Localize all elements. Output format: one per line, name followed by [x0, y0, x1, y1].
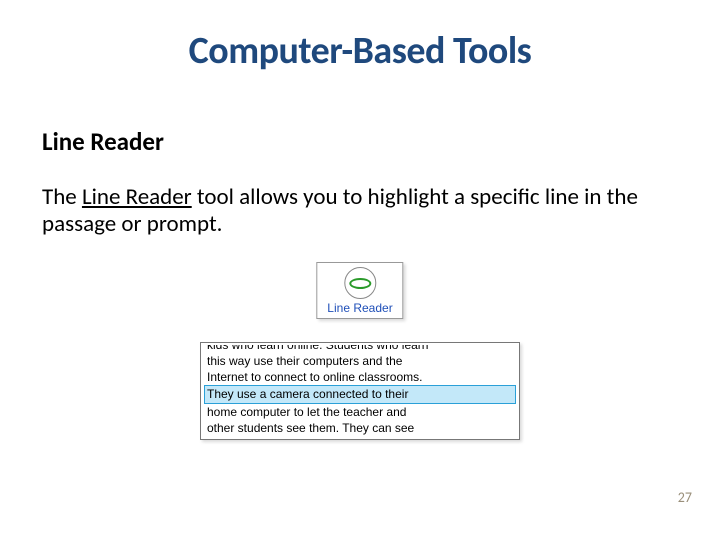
passage-line: this way use their computers and the — [207, 353, 513, 369]
section-heading: Line Reader — [42, 126, 164, 157]
passage-cut-line: kids who learn online. Students who lear… — [207, 345, 513, 353]
body-text: The Line Reader tool allows you to highl… — [42, 184, 672, 238]
tool-button-label: Line Reader — [327, 301, 392, 315]
passage-line: other students see them. They can see — [207, 420, 513, 436]
passage-line-highlighted: They use a camera connected to their — [205, 386, 515, 402]
page-number: 27 — [678, 489, 692, 506]
line-reader-icon — [344, 267, 376, 299]
page-title: Computer-Based Tools — [0, 28, 720, 74]
passage-line: home computer to let the teacher and — [207, 404, 513, 420]
passage-line: Internet to connect to online classrooms… — [207, 369, 513, 385]
slide: Computer-Based Tools Line Reader The Lin… — [0, 0, 720, 540]
passage-sample: kids who learn online. Students who lear… — [200, 342, 520, 440]
body-prefix: The — [42, 183, 82, 211]
passage-text: kids who learn online. Students who lear… — [201, 343, 519, 439]
body-underlined-term: Line Reader — [82, 183, 192, 211]
oval-icon — [349, 278, 371, 289]
line-reader-tool-button[interactable]: Line Reader — [316, 262, 403, 319]
